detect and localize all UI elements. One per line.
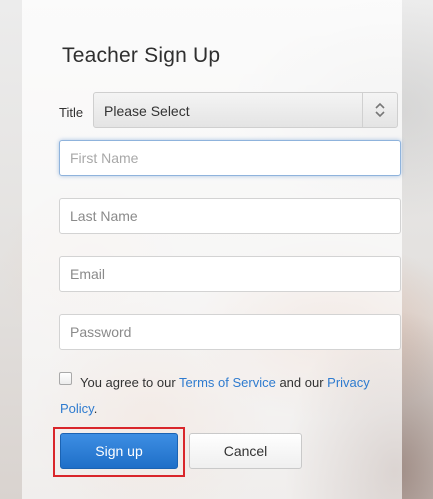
signup-panel xyxy=(22,0,402,499)
select-divider xyxy=(362,93,363,127)
agreement-middle: and our xyxy=(275,375,328,390)
email-field[interactable] xyxy=(59,256,401,292)
last-name-field[interactable] xyxy=(59,198,401,234)
page-title: Teacher Sign Up xyxy=(62,44,221,67)
agreement-text: You agree to our Terms of Service and ou… xyxy=(60,370,395,422)
agree-checkbox[interactable] xyxy=(59,372,72,385)
password-field[interactable] xyxy=(59,314,401,350)
up-down-chevron-icon xyxy=(375,102,385,118)
agreement-prefix: You agree to our xyxy=(80,375,180,390)
title-label: Title xyxy=(59,105,84,120)
title-select[interactable]: Please Select xyxy=(93,92,398,128)
first-name-field[interactable] xyxy=(59,140,401,176)
title-select-value: Please Select xyxy=(104,103,190,119)
terms-of-service-link[interactable]: Terms of Service xyxy=(179,375,276,390)
cancel-button[interactable]: Cancel xyxy=(189,433,302,469)
agreement-suffix: . xyxy=(93,401,98,416)
signup-button[interactable]: Sign up xyxy=(60,433,178,469)
